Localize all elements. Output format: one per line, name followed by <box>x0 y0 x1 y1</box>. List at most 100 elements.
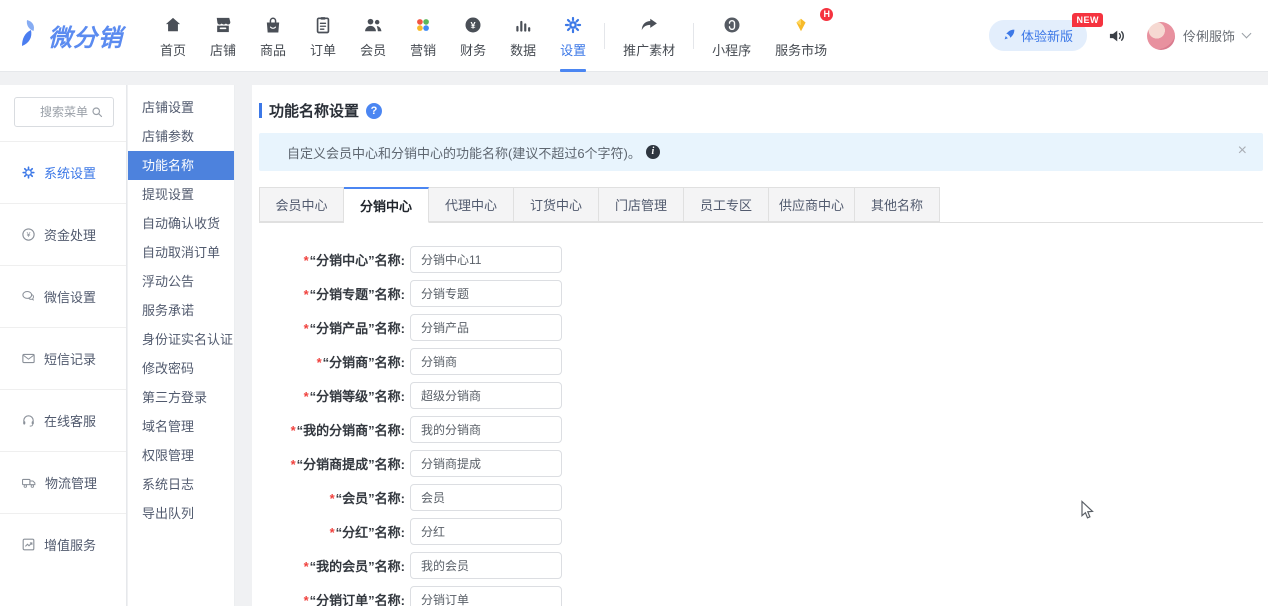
settings-submenu: 店铺设置 店铺参数 功能名称 提现设置 自动确认收货 自动取消订单 浮动公告 服… <box>128 85 235 606</box>
members-icon <box>362 13 384 35</box>
required-mark: * <box>330 491 335 506</box>
nav-item-settings[interactable]: 设置 <box>548 0 598 72</box>
envelope-icon <box>21 351 36 366</box>
try-new-version-button[interactable]: 体验新版 NEW <box>989 20 1087 51</box>
tab-other-names[interactable]: 其他名称 <box>855 187 940 222</box>
tab-agent-center[interactable]: 代理中心 <box>429 187 514 222</box>
nav-divider <box>604 23 605 49</box>
nav-item-finance[interactable]: ¥ 财务 <box>448 0 498 72</box>
submenu-item-shop-settings[interactable]: 店铺设置 <box>128 93 234 122</box>
miniprogram-icon <box>722 13 742 35</box>
field-label: “分销专题”名称: <box>310 287 405 302</box>
nav-item-shop[interactable]: 店铺 <box>198 0 248 72</box>
required-mark: * <box>304 321 309 336</box>
menu-search-input[interactable] <box>14 97 114 127</box>
yuan-circle-icon: ¥ <box>21 227 36 242</box>
submenu-item-domain-management[interactable]: 域名管理 <box>128 412 234 441</box>
tab-store-management[interactable]: 门店管理 <box>599 187 684 222</box>
nav-item-home[interactable]: 首页 <box>148 0 198 72</box>
submenu-item-withdraw-settings[interactable]: 提现设置 <box>128 180 234 209</box>
required-mark: * <box>304 389 309 404</box>
announcement-speaker-icon[interactable] <box>1107 26 1127 46</box>
required-mark: * <box>304 287 309 302</box>
field-label: “我的会员”名称: <box>310 559 405 574</box>
app-logo[interactable]: 微分销 <box>0 18 148 53</box>
user-menu[interactable]: 伶俐服饰 <box>1147 22 1250 50</box>
chevron-down-icon <box>1242 29 1252 39</box>
form-row: *“分销等级”名称: <box>259 382 1263 409</box>
submenu-item-shop-params[interactable]: 店铺参数 <box>128 122 234 151</box>
center-tabs: 会员中心 分销中心 代理中心 订货中心 门店管理 员工专区 供应商中心 其他名称 <box>259 187 1263 223</box>
hot-badge: H <box>820 8 833 21</box>
headset-icon <box>21 413 36 428</box>
nav-item-miniprogram[interactable]: 小程序 <box>700 0 763 72</box>
sidebar-item-sms[interactable]: 短信记录 <box>0 327 126 389</box>
form-row: *“分销专题”名称: <box>259 280 1263 307</box>
nav-item-marketing[interactable]: 营销 <box>398 0 448 72</box>
app-root: 微分销 首页 店铺 商品 <box>0 0 1268 606</box>
gear-icon <box>21 165 36 180</box>
form-row: *“分销订单”名称: <box>259 586 1263 606</box>
distribution-product-name-input[interactable] <box>410 314 562 341</box>
trend-chart-icon <box>21 537 36 552</box>
distributor-commission-name-input[interactable] <box>410 450 562 477</box>
distributor-name-input[interactable] <box>410 348 562 375</box>
nav-item-service-market[interactable]: H 服务市场 <box>763 0 839 72</box>
form-row: *“会员”名称: <box>259 484 1263 511</box>
distribution-center-name-input[interactable] <box>410 246 562 273</box>
my-distributors-name-input[interactable] <box>410 416 562 443</box>
form-row: *“分销商”名称: <box>259 348 1263 375</box>
submenu-item-change-password[interactable]: 修改密码 <box>128 354 234 383</box>
nav-item-orders[interactable]: 订单 <box>298 0 348 72</box>
submenu-item-service-promise[interactable]: 服务承诺 <box>128 296 234 325</box>
new-badge: NEW <box>1072 13 1103 27</box>
sidebar-item-system-settings[interactable]: 系统设置 <box>0 141 126 203</box>
distribution-topic-name-input[interactable] <box>410 280 562 307</box>
nav-item-members[interactable]: 会员 <box>348 0 398 72</box>
nav-item-goods[interactable]: 商品 <box>248 0 298 72</box>
nav-item-data[interactable]: 数据 <box>498 0 548 72</box>
info-icon[interactable]: i <box>646 145 660 159</box>
banner-close-icon[interactable]: × <box>1238 142 1247 160</box>
submenu-item-export-queue[interactable]: 导出队列 <box>128 499 234 528</box>
tab-member-center[interactable]: 会员中心 <box>259 187 344 222</box>
my-members-name-input[interactable] <box>410 552 562 579</box>
required-mark: * <box>317 355 322 370</box>
help-icon[interactable]: ? <box>366 103 382 119</box>
field-label: “会员”名称: <box>336 491 405 506</box>
storefront-icon <box>213 13 233 35</box>
form-row: *“分销产品”名称: <box>259 314 1263 341</box>
bar-chart-icon <box>513 13 533 35</box>
nav-item-promo-material[interactable]: 推广素材 <box>611 0 687 72</box>
sidebar-item-label: 增值服务 <box>44 535 96 554</box>
field-label: “分红”名称: <box>336 525 405 540</box>
user-name: 伶俐服饰 <box>1183 26 1235 45</box>
submenu-item-third-party-login[interactable]: 第三方登录 <box>128 383 234 412</box>
member-name-input[interactable] <box>410 484 562 511</box>
tab-staff-zone[interactable]: 员工专区 <box>684 187 769 222</box>
submenu-item-system-log[interactable]: 系统日志 <box>128 470 234 499</box>
distribution-level-name-input[interactable] <box>410 382 562 409</box>
distribution-order-name-input[interactable] <box>410 586 562 606</box>
sidebar-item-customer-service[interactable]: 在线客服 <box>0 389 126 451</box>
submenu-item-id-verification[interactable]: 身份证实名认证 <box>128 325 234 354</box>
submenu-item-floating-notice[interactable]: 浮动公告 <box>128 267 234 296</box>
tab-supplier-center[interactable]: 供应商中心 <box>769 187 855 222</box>
sidebar-item-wechat[interactable]: 微信设置 <box>0 265 126 327</box>
sidebar-item-value-added[interactable]: 增值服务 <box>0 513 126 575</box>
wechat-icon <box>21 289 36 304</box>
yuan-coin-icon: ¥ <box>463 13 483 35</box>
sidebar-item-logistics[interactable]: 物流管理 <box>0 451 126 513</box>
submenu-item-auto-cancel[interactable]: 自动取消订单 <box>128 238 234 267</box>
gem-icon <box>791 13 811 35</box>
tab-ordering-center[interactable]: 订货中心 <box>514 187 599 222</box>
tab-distribution-center[interactable]: 分销中心 <box>344 187 429 223</box>
sidebar-item-funds[interactable]: ¥ 资金处理 <box>0 203 126 265</box>
submenu-item-permission-management[interactable]: 权限管理 <box>128 441 234 470</box>
submenu-item-function-names[interactable]: 功能名称 <box>128 151 234 180</box>
dividend-name-input[interactable] <box>410 518 562 545</box>
sidebar-item-label: 短信记录 <box>44 349 96 368</box>
submenu-item-auto-confirm[interactable]: 自动确认收货 <box>128 209 234 238</box>
title-accent-bar <box>259 103 262 118</box>
required-mark: * <box>291 457 296 472</box>
